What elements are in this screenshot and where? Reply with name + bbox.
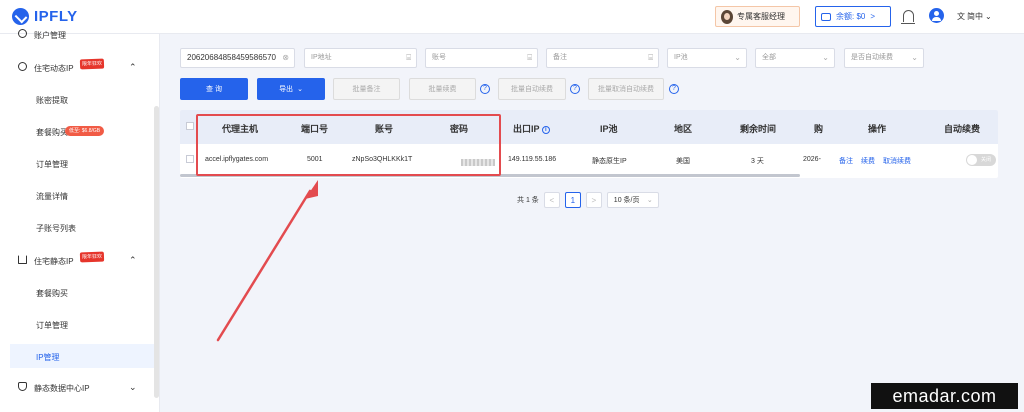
wallet-icon (821, 12, 831, 21)
highlight-box (196, 114, 501, 176)
next-page-button[interactable]: > (585, 192, 602, 208)
help-icon[interactable]: ? (480, 84, 490, 94)
chevron-down-icon: ⌄ (297, 86, 303, 93)
sidebar-item-residential-dynamic[interactable]: 住宅动态IP 限年狂欢 ⌃ (0, 55, 154, 79)
chevron-down-icon: ⌄ (911, 53, 918, 62)
renew-link[interactable]: 续费 (861, 156, 875, 166)
language-selector[interactable]: 文 简中 ⌄ (957, 11, 992, 22)
cancel-renew-link[interactable]: 取消续费 (883, 156, 911, 166)
price-badge: 低至: $6.8/GB (65, 126, 105, 136)
user-avatar-icon[interactable] (929, 8, 944, 23)
column-auto-renew: 自动续费 (944, 124, 981, 134)
filter-icon: ⌸ (406, 53, 411, 62)
hot-badge: 限年狂欢 (79, 58, 105, 70)
sidebar-item-credential-extract[interactable]: 账密提取 (0, 87, 154, 111)
export-button[interactable]: 导出 ⌄ (257, 78, 325, 100)
sidebar-item-static-order-management[interactable]: 订单管理 (0, 312, 154, 336)
notification-bell-icon[interactable] (901, 10, 915, 24)
hot-badge: 限年狂欢 (79, 251, 105, 263)
order-id-filter[interactable]: 20620684858459586570 ⊗ (180, 48, 295, 68)
sidebar-item-static-datacenter[interactable]: 静态数据中心IP ⌄ (0, 375, 154, 399)
language-label: 简中 (967, 12, 983, 21)
auto-renew-toggle[interactable]: 关闭 (966, 154, 996, 166)
balance-label: 余额: $0 (836, 12, 866, 21)
chevron-down-icon: ⌄ (985, 12, 992, 21)
chevron-up-icon: ⌃ (129, 255, 137, 265)
sidebar: 账户管理 住宅动态IP 限年狂欢 ⌃ 账密提取 套餐购买 低至: $6.8/GB… (0, 29, 160, 412)
column-ip-pool: IP池 (600, 124, 618, 134)
row-checkbox[interactable] (186, 155, 194, 163)
globe-icon (18, 62, 27, 71)
support-avatar-icon (721, 9, 733, 24)
cell-exit-ip: 149.119.55.186 (508, 156, 557, 163)
help-icon[interactable]: ? (669, 84, 679, 94)
language-icon: 文 (957, 12, 965, 21)
page-1-button[interactable]: 1 (564, 192, 581, 208)
support-manager-label: 专属客服经理 (737, 12, 785, 21)
account-input[interactable]: 账号 ⌸ (425, 48, 538, 68)
auto-renew-select[interactable]: 是否自动续费 ⌄ (844, 48, 924, 68)
help-icon[interactable]: ? (570, 84, 580, 94)
status-select[interactable]: 全部 ⌄ (755, 48, 835, 68)
remark-link[interactable]: 备注 (839, 156, 853, 166)
chevron-down-icon: ⌄ (129, 382, 137, 392)
cell-ip-pool: 静态原生IP (592, 158, 627, 165)
chevron-up-icon: ⌃ (129, 62, 137, 72)
column-exit-ip: 出口IP i (513, 122, 550, 135)
sidebar-item-package-purchase[interactable]: 套餐购买 低至: $6.8/GB (0, 119, 154, 143)
chevron-down-icon: ⌄ (822, 53, 829, 62)
ip-address-input[interactable]: IP地址 ⌸ (304, 48, 417, 68)
sidebar-item-subaccounts[interactable]: 子账号列表 (0, 215, 154, 239)
select-all-checkbox[interactable] (186, 122, 194, 130)
chevron-down-icon: ⌄ (646, 197, 653, 204)
batch-renew-button[interactable]: 批量续费 (409, 78, 476, 100)
column-remaining-time: 剩余时间 (740, 124, 777, 134)
main-content: 20620684858459586570 ⊗ IP地址 ⌸ 账号 ⌸ 备注 ⌸ … (160, 34, 1024, 412)
balance-button[interactable]: 余额: $0 > (815, 6, 891, 27)
chevron-right-icon: > (870, 12, 876, 21)
chevron-down-icon: ⌄ (734, 53, 741, 62)
total-count: 共 1 条 (517, 197, 539, 204)
support-manager-button[interactable]: 专属客服经理 (715, 6, 800, 27)
query-button[interactable]: 查 询 (180, 78, 248, 100)
sidebar-scrollbar[interactable] (154, 106, 159, 398)
cell-remaining-time: 3 天 (751, 158, 764, 165)
batch-cancel-auto-renew-button[interactable]: 批量取消自动续费 (588, 78, 664, 100)
column-purchase: 购 (814, 124, 824, 134)
batch-remark-button[interactable]: 批量备注 (333, 78, 400, 100)
sidebar-item-order-management[interactable]: 订单管理 (0, 151, 154, 175)
info-icon[interactable]: i (541, 125, 550, 134)
prev-page-button[interactable]: < (543, 192, 560, 208)
pagination: 共 1 条 < 1 > 10 条/页 ⌄ (517, 191, 659, 209)
account-icon (18, 29, 27, 38)
filter-icon: ⌸ (648, 53, 653, 62)
column-region: 地区 (674, 124, 693, 134)
column-actions: 操作 (868, 124, 887, 134)
sidebar-item-static-package-purchase[interactable]: 套餐购买 (0, 280, 154, 304)
ip-pool-select[interactable]: IP池 ⌄ (667, 48, 747, 68)
house-icon (18, 255, 27, 264)
cell-purchase: 2026- (803, 156, 821, 163)
clear-icon[interactable]: ⊗ (282, 49, 289, 67)
cell-region: 美国 (676, 158, 690, 165)
sidebar-item-ip-management[interactable]: IP管理 (10, 344, 155, 368)
watermark: emadar.com (871, 383, 1018, 409)
remark-input[interactable]: 备注 ⌸ (546, 48, 659, 68)
database-icon (18, 382, 27, 391)
sidebar-item-traffic-details[interactable]: 流量详情 (0, 183, 154, 207)
sidebar-item-residential-static[interactable]: 住宅静态IP 限年狂欢 ⌃ (0, 248, 154, 272)
sidebar-item-account-management[interactable]: 账户管理 (0, 22, 154, 46)
batch-auto-renew-button[interactable]: 批量自动续费 (498, 78, 566, 100)
filter-icon: ⌸ (527, 53, 532, 62)
page-size-select[interactable]: 10 条/页 ⌄ (606, 192, 659, 208)
